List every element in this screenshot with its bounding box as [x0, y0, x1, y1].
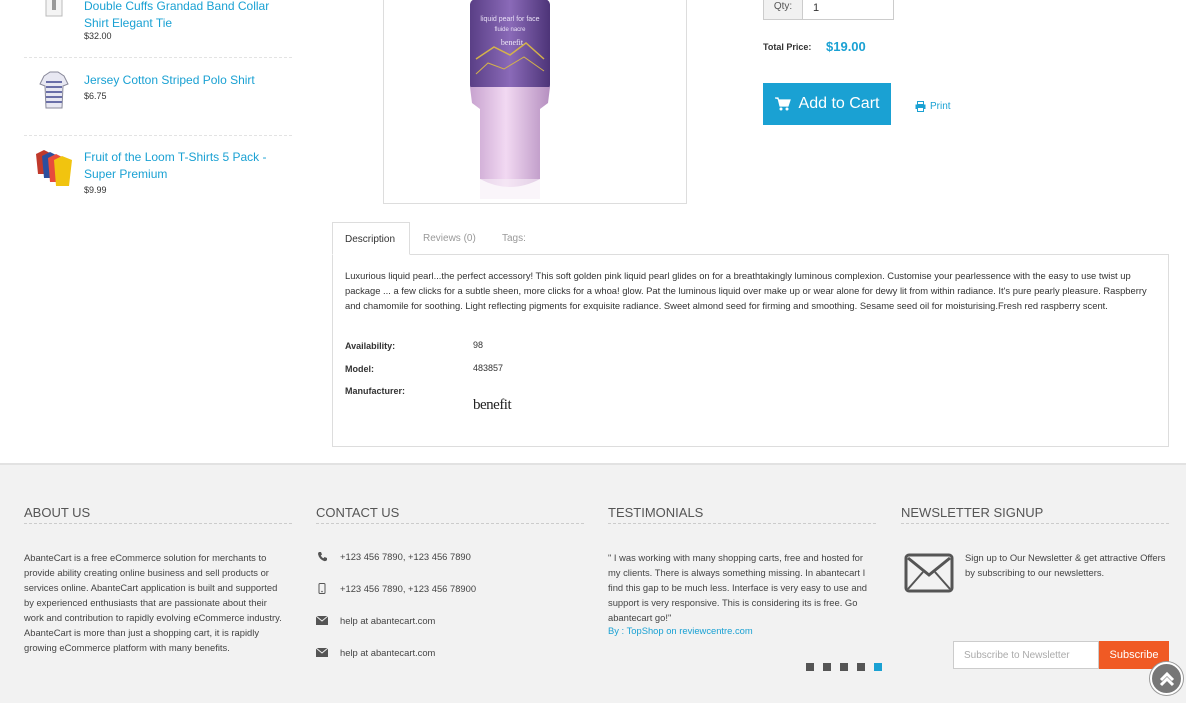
- scroll-to-top-button[interactable]: [1150, 662, 1183, 695]
- tab-tags[interactable]: Tags:: [490, 222, 538, 255]
- envelope-icon: [316, 646, 328, 658]
- model-value: 483857: [473, 363, 504, 373]
- print-icon: [915, 101, 926, 112]
- product-name[interactable]: Double Cuffs Grandad Band Collar Shirt E…: [84, 0, 284, 32]
- model-label: Model:: [345, 364, 374, 374]
- tshirts-pack-thumb[interactable]: [34, 148, 74, 188]
- newsletter-text: Sign up to Our Newsletter & get attracti…: [965, 552, 1166, 578]
- product-description: Luxurious liquid pearl...the perfect acc…: [345, 270, 1147, 311]
- phone-icon: [316, 550, 328, 562]
- chevron-up-icon: [1159, 671, 1174, 686]
- svg-text:liquid pearl for face: liquid pearl for face: [480, 16, 539, 23]
- product-image[interactable]: liquid pearl for face fluide nacre benef…: [383, 0, 687, 204]
- tab-description[interactable]: Description: [332, 222, 410, 255]
- product-price: $6.75: [84, 91, 107, 101]
- newsletter-email-input[interactable]: [953, 641, 1099, 669]
- contact-mobile: +123 456 7890, +123 456 78900: [316, 582, 476, 594]
- white-shirt-thumb[interactable]: [34, 0, 74, 34]
- testimonial-pager: [806, 663, 882, 671]
- testimonial-author[interactable]: By : TopShop on reviewcentre.com: [608, 625, 753, 636]
- contact-email-1[interactable]: help at abantecart.com: [316, 614, 435, 626]
- pager-dot[interactable]: [823, 663, 831, 671]
- qty-label: Qty:: [763, 0, 803, 20]
- pager-dot[interactable]: [857, 663, 865, 671]
- add-to-cart-label: Add to Cart: [798, 95, 880, 112]
- mobile-icon: [316, 582, 328, 594]
- add-to-cart-button[interactable]: Add to Cart: [763, 83, 891, 125]
- divider: [608, 523, 876, 524]
- manufacturer-label: Manufacturer:: [345, 386, 406, 396]
- divider: [24, 57, 292, 58]
- divider: [901, 523, 1169, 524]
- contact-phone-text: +123 456 7890, +123 456 7890: [340, 550, 471, 562]
- pager-dot-active[interactable]: [874, 663, 882, 671]
- availability-label: Availability:: [345, 341, 396, 351]
- contact-email-text[interactable]: help at abantecart.com: [340, 615, 435, 626]
- svg-text:benefit: benefit: [501, 38, 524, 47]
- svg-text:fluide nacre: fluide nacre: [494, 27, 526, 33]
- contact-mobile-text: +123 456 7890, +123 456 78900: [340, 582, 477, 594]
- contact-email-2[interactable]: help at abantecart.com: [316, 646, 435, 658]
- divider: [24, 135, 292, 136]
- product-price: $32.00: [84, 31, 112, 41]
- footer-newsletter-title: Newsletter Signup: [901, 505, 1044, 520]
- product-name[interactable]: Fruit of the Loom T-Shirts 5 Pack - Supe…: [84, 149, 284, 183]
- product-price: $9.99: [84, 185, 107, 195]
- striped-polo-thumb[interactable]: [34, 70, 74, 110]
- availability-value: 98: [473, 340, 484, 350]
- total-price-label: Total Price:: [763, 42, 812, 52]
- divider: [24, 523, 292, 524]
- product-name[interactable]: Jersey Cotton Striped Polo Shirt: [84, 72, 284, 89]
- contact-email-text[interactable]: help at abantecart.com: [340, 647, 435, 658]
- divider: [316, 523, 584, 524]
- about-text: AbanteCart is a free eCommerce solution …: [24, 552, 282, 653]
- footer-contact-title: Contact Us: [316, 505, 400, 520]
- pearl-bottle-image: liquid pearl for face fluide nacre benef…: [470, 0, 550, 199]
- qty-input[interactable]: [803, 0, 894, 20]
- envelope-large-icon: [904, 553, 954, 593]
- footer-about-title: About Us: [24, 505, 91, 520]
- pager-dot[interactable]: [806, 663, 814, 671]
- tab-reviews[interactable]: Reviews (0): [411, 222, 488, 255]
- manufacturer-logo[interactable]: benefit: [473, 397, 512, 414]
- envelope-icon: [316, 614, 328, 626]
- total-price-value: $19.00: [826, 39, 866, 54]
- print-link[interactable]: Print: [915, 101, 951, 112]
- print-label: Print: [930, 101, 951, 112]
- contact-phone: +123 456 7890, +123 456 7890: [316, 550, 471, 562]
- testimonial-quote: " I was working with many shopping carts…: [608, 552, 867, 623]
- cart-icon: [774, 97, 791, 111]
- pager-dot[interactable]: [840, 663, 848, 671]
- footer-testimonials-title: Testimonials: [608, 505, 704, 520]
